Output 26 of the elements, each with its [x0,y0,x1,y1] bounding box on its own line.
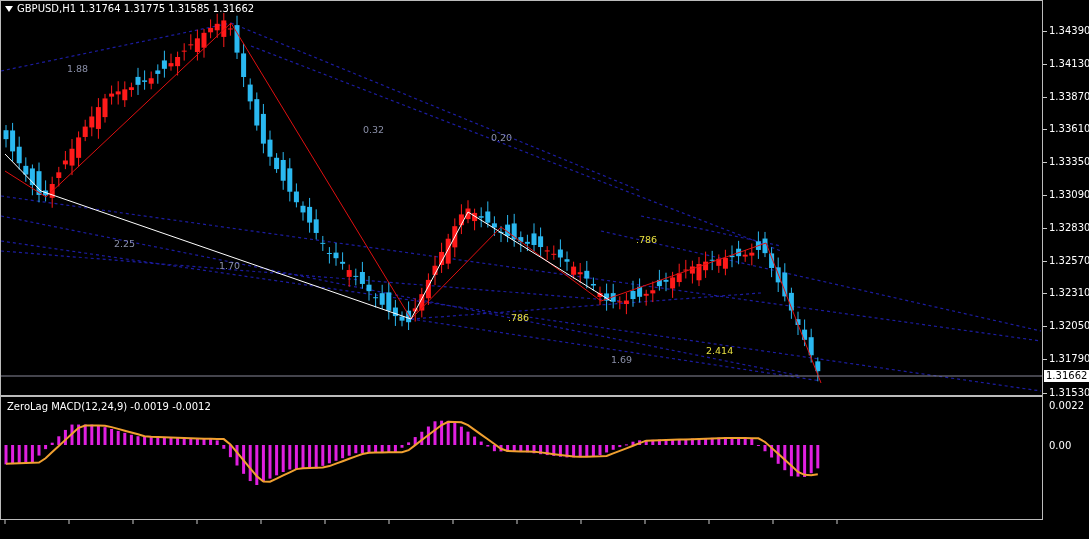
fibonacci-label: .786 [508,312,530,323]
price-label: 1.32310 [1049,287,1089,300]
current-price-label: 1.31662 [1044,370,1089,382]
price-label: 1.34390 [1049,25,1089,37]
indicator-label: ZeroLag MACD(12,24,9) -0.0019 -0.0012 [7,401,211,412]
price-label: 1.32570 [1049,254,1089,267]
price-label: 1.33090 [1049,189,1089,201]
price-label: 1.32050 [1049,320,1089,333]
price-label: 1.31530 [1049,387,1089,399]
fibonacci-label: 1.88 [67,63,89,74]
price-label: 1.34130 [1049,57,1089,70]
indicator-axis-label: 0.0022 [1049,400,1084,411]
fibonacci-label: .786 [636,234,658,245]
indicator-axis-label: 0.00 [1049,440,1072,451]
fibonacci-label: 1.69 [611,354,633,365]
fibonacci-label: 0.32 [363,124,385,135]
fibonacci-label: 1.70 [219,260,241,271]
price-label: 1.33610 [1049,123,1089,136]
symbol-quote: GBPUSD,H1 1.31764 1.31775 1.31585 1.31662 [17,3,255,14]
price-label: 1.33870 [1049,90,1089,103]
fibonacci-label: 2.25 [114,238,136,249]
price-label: 1.32830 [1049,221,1089,234]
price-label: 1.31790 [1049,353,1089,365]
price-label: 1.33350 [1049,156,1089,169]
fibonacci-label: 2.414 [706,345,734,356]
fibonacci-label: 0.20 [491,132,513,143]
